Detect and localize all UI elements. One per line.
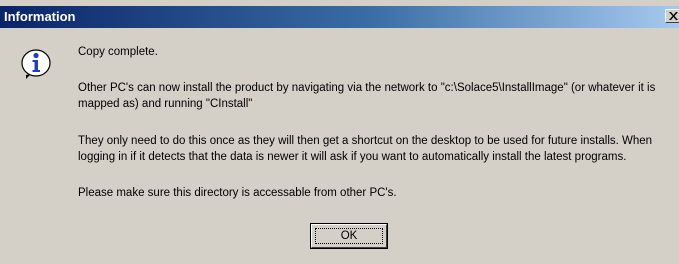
- ok-button[interactable]: OK: [310, 223, 388, 249]
- message-shortcut-info: They only need to do this once as they w…: [78, 135, 653, 163]
- information-icon: [21, 49, 51, 79]
- close-button[interactable]: [665, 9, 679, 23]
- ok-button-label: OK: [340, 230, 358, 242]
- title-bar[interactable]: Information: [0, 6, 679, 28]
- close-icon: [669, 12, 678, 20]
- message-directory-access: Please make sure this directory is acces…: [78, 187, 397, 199]
- information-dialog: Information Copy complete. Other PC's ca…: [0, 0, 679, 264]
- dialog-title: Information: [4, 9, 76, 24]
- message-copy-complete: Copy complete.: [78, 46, 158, 58]
- message-network-install: Other PC's can now install the product b…: [78, 82, 656, 110]
